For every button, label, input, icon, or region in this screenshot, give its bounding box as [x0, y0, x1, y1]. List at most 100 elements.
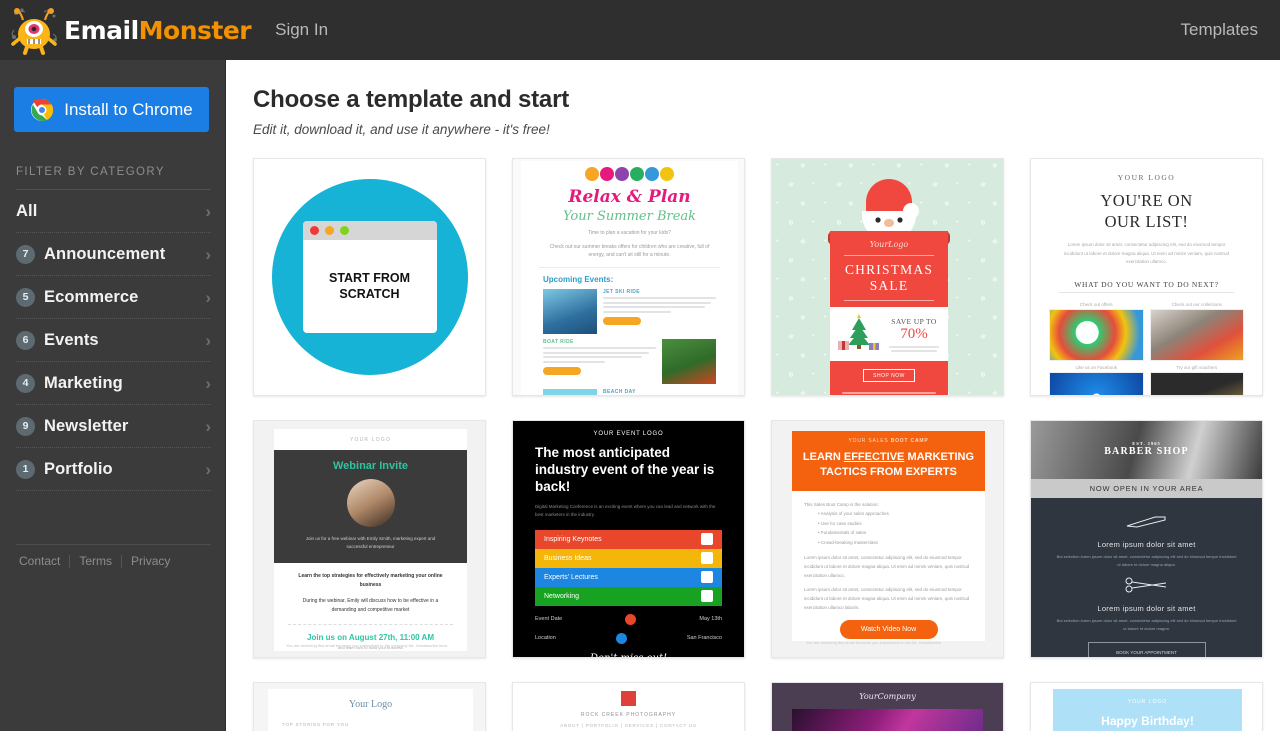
snowflake-icon: ❄: [980, 258, 986, 265]
chevron-right-icon: ›: [205, 287, 211, 307]
photography-title: ROCK CREEK PHOTOGRAPHY: [580, 712, 677, 718]
list-option-1-caption: Check out offers: [1079, 301, 1113, 307]
snowflake-icon: •: [812, 181, 815, 188]
template-card-barber-shop[interactable]: EST. 1965 BARBER SHOP NOW OPEN IN YOUR A…: [1030, 420, 1263, 658]
sidebar-item-announcement[interactable]: 7 Announcement ›: [16, 233, 211, 276]
bootcamp-header: YOUR SALES BOOT CAMP LEARN EFFECTIVE MAR…: [792, 431, 985, 491]
sidebar-item-portfolio[interactable]: 1 Portfolio ›: [16, 448, 211, 491]
stories-kicker: TOP STORIES FOR YOU: [282, 722, 349, 727]
template-card-christmas-sale[interactable]: • ❄ • ❄ • ❄ • ❄ • ❄ ❄ • ❄ • ❄ • ❄ • ❄ • • ❄ • ❄ • ❄ • ❄ • ❄ ❄ • ❄ • ❄ • ❄ • ❄ •…: [771, 158, 1004, 396]
snowflake-icon: •: [968, 352, 971, 359]
bootcamp-bullet-item: • Analysis of your sales approaches: [818, 510, 889, 516]
template-card-your-company[interactable]: YourCompany: [771, 682, 1004, 731]
bootcamp-title-underline: EFFECTIVE: [843, 451, 905, 463]
snowflake-icon: •: [920, 200, 923, 207]
brand-logo[interactable]: EmailMonster: [8, 4, 252, 56]
location-pin-icon: [615, 632, 627, 644]
snowflake-icon: •: [920, 162, 923, 169]
list-option-3-image: [1049, 371, 1144, 395]
event-meta-label: Event Date: [535, 616, 563, 623]
relax-item-1-cta[interactable]: [603, 316, 641, 325]
main-content: Choose a template and start Edit it, dow…: [226, 60, 1280, 731]
snowflake-icon: •: [812, 295, 815, 302]
footer-link-contact[interactable]: Contact: [10, 554, 69, 568]
scratch-circle: START FROM SCRATCH: [271, 179, 468, 375]
snowflake-icon: •: [968, 238, 971, 245]
event-meta-value: San Francisco: [686, 635, 722, 642]
brand-wordmark: EmailMonster: [64, 15, 252, 45]
template-card-industry-event[interactable]: YOUR EVENT LOGO The most anticipated ind…: [512, 420, 745, 658]
snowflake-icon: ❄: [836, 182, 842, 189]
snowflake-icon: ❄: [992, 391, 998, 395]
sidebar-item-events[interactable]: 6 Events ›: [16, 319, 211, 362]
snowflake-icon: •: [956, 181, 959, 188]
sidebar-item-all[interactable]: All ›: [16, 190, 211, 233]
snowflake-icon: •: [824, 238, 827, 245]
christmas-shop-now-button[interactable]: SHOP NOW: [863, 369, 915, 382]
template-card-happy-birthday[interactable]: YOUR LOGO Happy Birthday! ✦•●✷✦•●✷✦•●✷✦•…: [1030, 682, 1263, 731]
event-bar-networking: Networking: [535, 586, 722, 606]
list-option-2[interactable]: Check out our collections: [1149, 302, 1244, 361]
template-card-sales-boot-camp[interactable]: YOUR SALES BOOT CAMP LEARN EFFECTIVE MAR…: [771, 420, 1004, 658]
snowflake-icon: •: [968, 314, 971, 321]
relax-item-2-cta[interactable]: [543, 366, 581, 375]
snowflake-icon: •: [968, 390, 971, 395]
snowflake-icon: ❄: [980, 220, 986, 227]
template-card-start-from-scratch[interactable]: START FROM SCRATCH: [253, 158, 486, 396]
snowflake-icon: ❄: [992, 277, 998, 284]
chevron-right-icon: ›: [205, 459, 211, 479]
snowflake-icon: •: [776, 276, 779, 283]
snowflake-icon: •: [776, 200, 779, 207]
list-option-3[interactable]: Like us on Facebook: [1049, 365, 1144, 395]
category-label: Announcement: [44, 244, 166, 263]
brand-word-monster: Monster: [138, 15, 252, 45]
bootcamp-title: LEARN EFFECTIVE MARKETING TACTICS FROM E…: [802, 450, 975, 480]
snowflake-icon: ❄: [992, 353, 998, 360]
webinar-body-2: During the webinar, Emily will discuss h…: [302, 598, 439, 614]
install-to-chrome-label: Install to Chrome: [64, 99, 193, 119]
sign-in-link[interactable]: Sign In: [275, 20, 328, 40]
sidebar-item-ecommerce[interactable]: 5 Ecommerce ›: [16, 276, 211, 319]
sidebar-item-newsletter[interactable]: 9 Newsletter ›: [16, 405, 211, 448]
list-option-1[interactable]: Check out offers: [1049, 302, 1144, 361]
barber-banner: NOW OPEN IN YOUR AREA: [1031, 479, 1262, 498]
sidebar-item-marketing[interactable]: 4 Marketing ›: [16, 362, 211, 405]
christmas-panel: YourLogo CHRISTMAS SALE SAVE UP TO 70% S…: [830, 231, 948, 395]
snowflake-icon: •: [824, 390, 827, 395]
event-meta-location: Location San Francisco: [535, 632, 722, 644]
snowflake-icon: ❄: [788, 220, 794, 227]
footer-link-privacy[interactable]: Privacy: [122, 554, 179, 568]
list-title-line1: YOU'RE ON: [1100, 191, 1193, 210]
snowflake-icon: ❄: [980, 182, 986, 189]
category-count-badge: 7: [16, 244, 35, 264]
template-card-webinar-invite[interactable]: YOUR LOGO Webinar Invite Join us for a f…: [253, 420, 486, 658]
list-option-4-caption: Try our gift vouchers: [1176, 364, 1218, 370]
install-to-chrome-button[interactable]: Install to Chrome: [14, 87, 209, 132]
bootcamp-bullet-item: • Fundamentals of sales: [818, 530, 867, 536]
briefcase-icon: [701, 571, 713, 584]
template-card-youre-on-our-list[interactable]: YOUR LOGO YOU'RE ON OUR LIST! Lorem ipsu…: [1030, 158, 1263, 396]
relax-logo: [521, 167, 738, 181]
barber-body-2: But selection lorem ipsum dolor sit amet…: [1056, 618, 1237, 631]
template-card-top-stories[interactable]: Your Logo TOP STORIES FOR YOU Tired of p…: [253, 682, 486, 731]
relax-item-2: BOAT RIDE: [543, 338, 716, 384]
webinar-hero-caption: Join us for a free webinar with Emily Sm…: [305, 536, 436, 550]
chevron-right-icon: ›: [205, 201, 211, 221]
snowflake-icon: ❄: [788, 182, 794, 189]
snowflake-icon: ❄: [992, 239, 998, 246]
list-option-4[interactable]: Try our gift vouchers: [1149, 364, 1244, 395]
webinar-speaker-avatar: [346, 479, 395, 527]
snowflake-icon: ❄: [980, 334, 986, 341]
template-card-relax-and-plan[interactable]: Relax & Plan Your Summer Break Time to p…: [512, 158, 745, 396]
christmas-save-label: SAVE UP TO: [891, 316, 937, 326]
category-label: Newsletter: [44, 416, 129, 435]
snowflake-icon: •: [908, 181, 911, 188]
webinar-hero-title: Webinar Invite: [333, 460, 408, 472]
snowflake-icon: ❄: [944, 201, 950, 208]
bootcamp-watch-video-button[interactable]: Watch Video Now: [839, 620, 938, 640]
category-count-badge: 6: [16, 330, 35, 350]
templates-nav-link[interactable]: Templates: [1181, 20, 1258, 40]
scratch-label-line2: SCRATCH: [339, 286, 400, 301]
template-card-photography[interactable]: ROCK CREEK PHOTOGRAPHY ABOUT | PORTFOLIO…: [512, 682, 745, 731]
footer-link-terms[interactable]: Terms: [70, 554, 121, 568]
